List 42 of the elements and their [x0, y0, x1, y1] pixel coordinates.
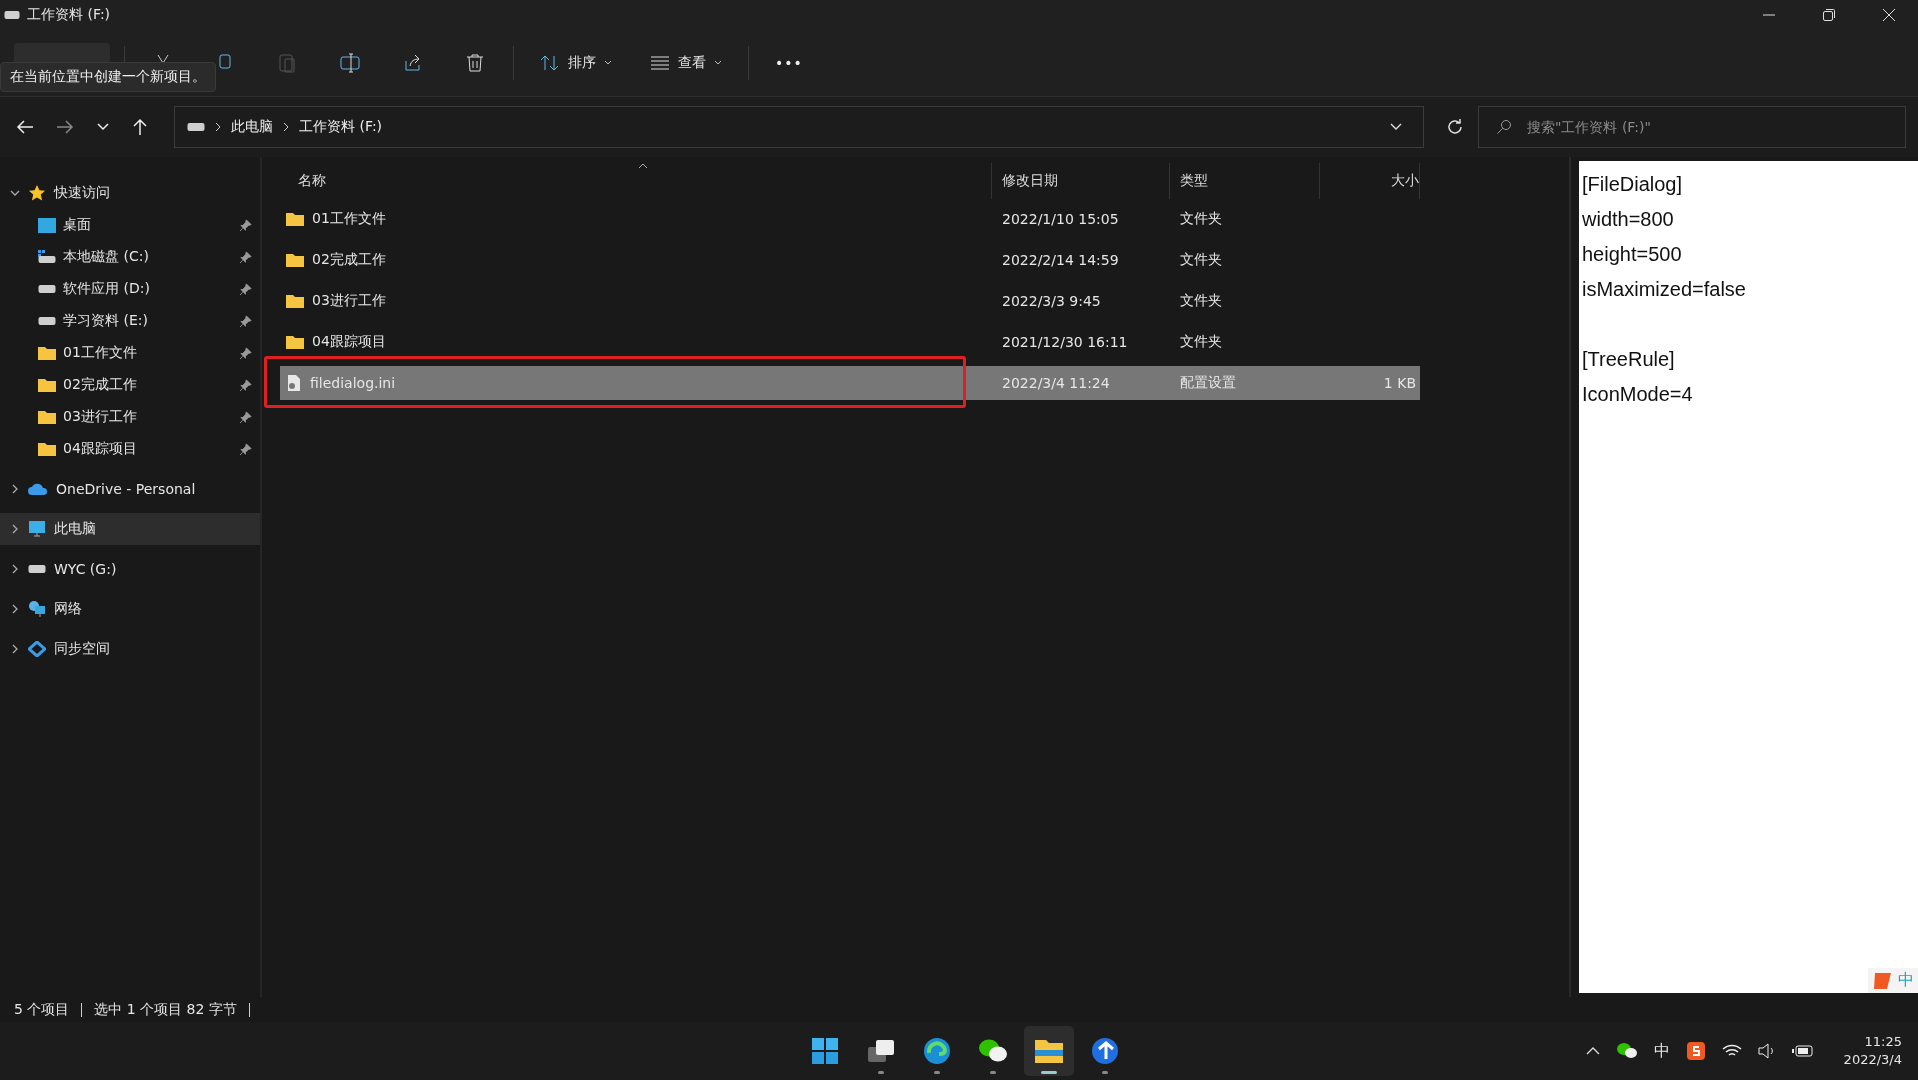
sidebar-label: 桌面 — [63, 216, 91, 234]
type-cell-text: 文件夹 — [1179, 291, 1223, 310]
text-line: [FileDialog] — [1582, 173, 1683, 196]
date-cell-text: 2021/12/30 16:11 — [1001, 333, 1129, 352]
sidebar-label: 快速访问 — [54, 184, 110, 202]
sidebar-label: 02完成工作 — [63, 376, 137, 394]
sidebar-label: 01工作文件 — [63, 344, 137, 362]
date-cell-text: 2022/3/3 9:45 — [1001, 292, 1102, 311]
status-text: 5 个项目 — [14, 1000, 70, 1019]
sidebar-label: OneDrive - Personal — [56, 481, 196, 497]
sidebar-label: 03进行工作 — [63, 408, 137, 426]
status-text: 选中 1 个项目 82 字节 — [94, 1000, 237, 1019]
sidebar-label: 此电脑 — [54, 520, 96, 538]
sidebar-label: WYC (G:) — [54, 561, 117, 577]
date-cell-text: 2022/2/14 14:59 — [1001, 251, 1120, 270]
date-cell-text: 2022/3/4 11:24 — [1001, 374, 1111, 393]
tooltip: 在当前位置中创建一个新项目。 — [0, 62, 216, 92]
text-line: IconMode=4 — [1582, 383, 1693, 406]
file-name: 03进行工作 — [312, 292, 386, 310]
file-name: 04跟踪项目 — [312, 333, 386, 351]
file-name: 01工作文件 — [312, 210, 386, 228]
text-line: height=500 — [1582, 243, 1682, 266]
sidebar-label: 软件应用 (D:) — [63, 280, 150, 298]
type-cell-text: 文件夹 — [1179, 250, 1223, 269]
size-cell: 1 KB — [1383, 375, 1416, 391]
text-line: [TreeRule] — [1582, 348, 1675, 371]
window-title: 工作资料 (F:) — [27, 6, 111, 24]
date-text: 2022/3/4 — [1843, 1051, 1902, 1069]
type-cell-text: 文件夹 — [1179, 332, 1223, 351]
sidebar-label: 04跟踪项目 — [63, 440, 137, 458]
sidebar-label: 本地磁盘 (C:) — [63, 248, 149, 266]
text-line: width=800 — [1582, 208, 1674, 231]
file-name: 02完成工作 — [312, 251, 386, 269]
text-line: isMaximized=false — [1582, 278, 1746, 301]
file-name: filedialog.ini — [310, 375, 396, 391]
sidebar-label: 网络 — [54, 600, 82, 618]
time-text: 11:25 — [1864, 1033, 1902, 1051]
type-cell-text: 文件夹 — [1179, 209, 1223, 228]
sidebar-label: 同步空间 — [54, 640, 110, 658]
sidebar-label: 学习资料 (E:) — [63, 312, 148, 330]
date-cell-text: 2022/1/10 15:05 — [1001, 210, 1120, 229]
type-cell-text: 配置设置 — [1179, 373, 1237, 392]
